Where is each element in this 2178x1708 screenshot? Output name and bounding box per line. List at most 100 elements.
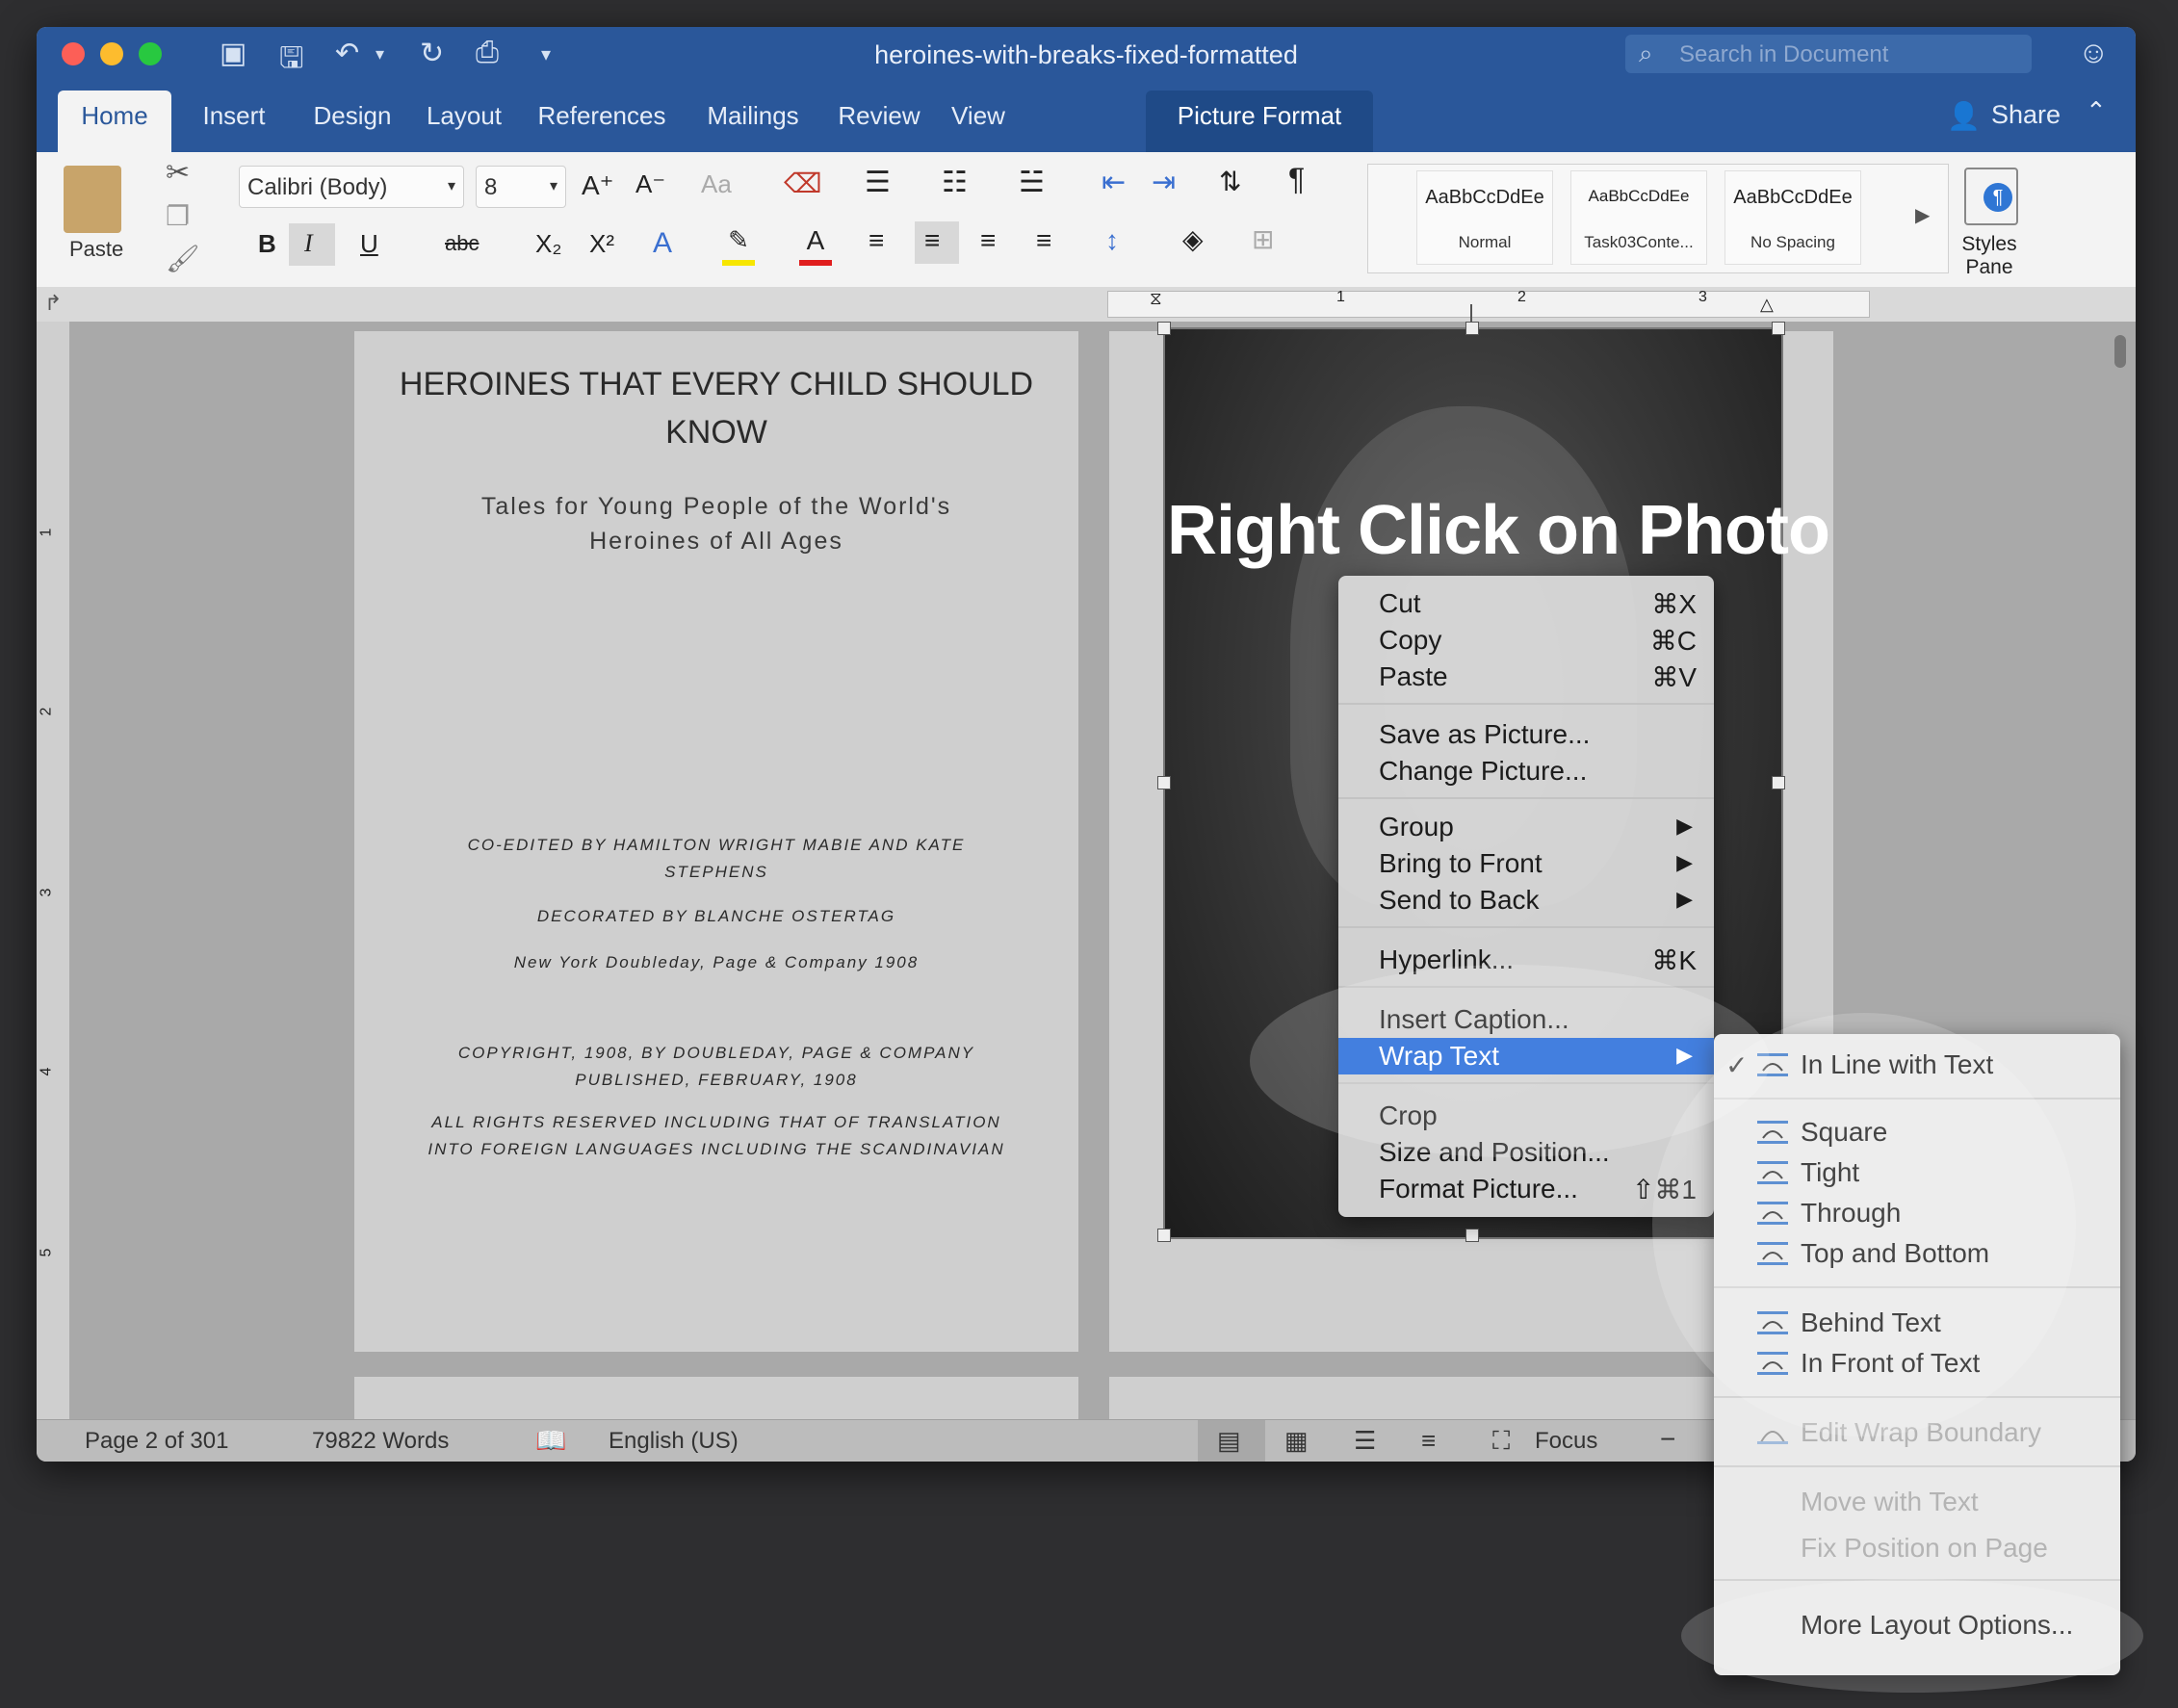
share-button[interactable]: Share	[1991, 100, 2061, 130]
strikethrough-button[interactable]: abc	[445, 231, 479, 256]
subscript-icon[interactable]: X₂	[535, 229, 561, 259]
borders-icon[interactable]: ⊞	[1252, 223, 1274, 255]
font-color-icon[interactable]: A	[799, 225, 832, 266]
italic-button[interactable]: I	[304, 229, 313, 258]
tab-view[interactable]: View	[938, 91, 1019, 152]
text-effects-icon[interactable]: A	[653, 227, 672, 260]
align-right-icon[interactable]: ≡	[980, 225, 996, 256]
tab-picture-format[interactable]: Picture Format	[1146, 91, 1373, 152]
menu-item-copy[interactable]: Copy ⌘C	[1338, 622, 1714, 659]
shading-icon[interactable]: ◈	[1182, 223, 1204, 255]
bold-button[interactable]: B	[258, 229, 276, 259]
wrap-option-in-line-with-text[interactable]: ✓ In Line with Text	[1714, 1046, 2120, 1086]
highlight-color-icon[interactable]: ✎	[722, 225, 755, 266]
justify-icon[interactable]: ≡	[1036, 225, 1051, 256]
proofing-icon[interactable]: 📖	[535, 1426, 566, 1456]
wrap-option-through[interactable]: Through	[1714, 1194, 2120, 1234]
resize-handle[interactable]	[1465, 1229, 1479, 1242]
tab-home[interactable]: Home	[58, 91, 171, 152]
style-no-spacing[interactable]: AaBbCcDdEe No Spacing	[1724, 170, 1861, 265]
print-layout-icon[interactable]: ▤	[1217, 1426, 1241, 1456]
paste-button-label[interactable]: Paste	[69, 237, 123, 262]
align-left-icon[interactable]: ≡	[869, 225, 884, 256]
menu-item-cut[interactable]: Cut ⌘X	[1338, 585, 1714, 622]
show-formatting-icon[interactable]: ¶	[1288, 162, 1305, 197]
style-normal[interactable]: AaBbCcDdEe Normal	[1416, 170, 1553, 265]
word-count[interactable]: 79822 Words	[312, 1428, 449, 1455]
resize-handle[interactable]	[1465, 322, 1479, 335]
resize-handle[interactable]	[1772, 776, 1785, 789]
multilevel-list-icon[interactable]: ☱	[1019, 166, 1045, 199]
scrollbar-thumb[interactable]	[2114, 335, 2126, 368]
tab-selector-icon[interactable]: ↱	[44, 291, 62, 316]
wrap-option-edit-wrap-boundary: Edit Wrap Boundary	[1714, 1413, 2120, 1454]
bullets-icon[interactable]: ☰	[865, 166, 891, 199]
horizontal-ruler[interactable]: ↱ 1 2 3 ⧖ △	[37, 287, 2136, 323]
wrap-option-more-layout-options[interactable]: More Layout Options...	[1714, 1606, 2120, 1646]
wrap-option-in-front-of-text[interactable]: In Front of Text	[1714, 1344, 2120, 1385]
share-person-icon[interactable]: 👤	[1947, 100, 1981, 132]
smiley-feedback-icon[interactable]: ☺	[2078, 35, 2110, 70]
resize-handle[interactable]	[1157, 322, 1171, 335]
menu-item-format-picture[interactable]: Format Picture... ⇧⌘1	[1338, 1171, 1714, 1207]
copy-icon[interactable]: ❐	[166, 200, 190, 232]
menu-item-size-and-position[interactable]: Size and Position...	[1338, 1134, 1714, 1171]
increase-indent-icon[interactable]: ⇥	[1152, 166, 1176, 199]
menu-item-bring-to-front[interactable]: Bring to Front ▶	[1338, 845, 1714, 882]
format-painter-icon[interactable]: 🖌	[166, 243, 200, 274]
menu-item-group[interactable]: Group ▶	[1338, 809, 1714, 845]
menu-item-crop[interactable]: Crop	[1338, 1098, 1714, 1134]
tab-design[interactable]: Design	[297, 91, 408, 152]
menu-item-send-to-back[interactable]: Send to Back ▶	[1338, 882, 1714, 919]
gallery-more-icon[interactable]: ▶	[1915, 203, 1930, 227]
superscript-icon[interactable]: X²	[589, 229, 614, 259]
font-size-select[interactable]: 8 ▾	[476, 166, 566, 208]
tab-review[interactable]: Review	[822, 91, 936, 152]
underline-button[interactable]: U	[360, 229, 378, 259]
wrap-option-square[interactable]: Square	[1714, 1113, 2120, 1153]
style-task03content[interactable]: AaBbCcDdEe Task03Conte...	[1570, 170, 1707, 265]
menu-item-insert-caption[interactable]: Insert Caption...	[1338, 1001, 1714, 1038]
resize-handle[interactable]	[1772, 322, 1785, 335]
wrap-option-top-and-bottom[interactable]: Top and Bottom	[1714, 1234, 2120, 1275]
shrink-font-icon[interactable]: A⁻	[635, 169, 665, 199]
align-center-icon[interactable]: ≡	[924, 225, 940, 256]
menu-item-hyperlink[interactable]: Hyperlink... ⌘K	[1338, 942, 1714, 978]
wrap-option-tight[interactable]: Tight	[1714, 1153, 2120, 1194]
draft-icon[interactable]: ≡	[1421, 1426, 1436, 1456]
tab-layout[interactable]: Layout	[414, 91, 514, 152]
styles-pane-label[interactable]: Styles Pane	[1922, 233, 2057, 279]
page-left[interactable]: HEROINES THAT EVERY CHILD SHOULD KNOW Ta…	[354, 331, 1078, 1352]
outline-icon[interactable]: ☰	[1354, 1426, 1376, 1456]
menu-item-save-as-picture[interactable]: Save as Picture...	[1338, 716, 1714, 753]
sort-icon[interactable]: ⇅	[1219, 166, 1241, 197]
tab-insert[interactable]: Insert	[181, 91, 287, 152]
language[interactable]: English (US)	[609, 1428, 739, 1455]
cut-icon[interactable]: ✂	[166, 156, 190, 190]
focus-icon[interactable]: ⛶	[1492, 1426, 1510, 1457]
wrap-option-behind-text[interactable]: Behind Text	[1714, 1304, 2120, 1344]
zoom-out-icon[interactable]: −	[1660, 1424, 1675, 1455]
right-indent-marker[interactable]: △	[1760, 295, 1774, 315]
search-box[interactable]: ⌕ Search in Document	[1625, 35, 2032, 73]
tab-references[interactable]: References	[522, 91, 682, 152]
clipboard-icon[interactable]	[64, 166, 121, 233]
resize-handle[interactable]	[1157, 1229, 1171, 1242]
resize-handle[interactable]	[1157, 776, 1171, 789]
clear-formatting-icon[interactable]: ⌫	[784, 168, 822, 199]
collapse-ribbon-icon[interactable]: ⌃	[2086, 96, 2107, 126]
decrease-indent-icon[interactable]: ⇤	[1102, 166, 1126, 199]
menu-item-paste[interactable]: Paste ⌘V	[1338, 659, 1714, 695]
web-layout-icon[interactable]: ▦	[1284, 1426, 1309, 1456]
page-count[interactable]: Page 2 of 301	[85, 1428, 228, 1455]
tab-mailings[interactable]: Mailings	[687, 91, 818, 152]
menu-item-wrap-text[interactable]: Wrap Text ▶	[1338, 1038, 1714, 1074]
numbering-icon[interactable]: ☷	[942, 166, 968, 199]
line-spacing-icon[interactable]: ↕	[1105, 225, 1119, 256]
font-name-select[interactable]: Calibri (Body) ▾	[239, 166, 464, 208]
change-case-icon[interactable]: Aa	[701, 169, 732, 199]
grow-font-icon[interactable]: A⁺	[582, 169, 613, 201]
first-line-indent-marker[interactable]: ⧖	[1150, 289, 1162, 309]
focus-button[interactable]: Focus	[1535, 1428, 1597, 1455]
menu-item-change-picture[interactable]: Change Picture...	[1338, 753, 1714, 789]
